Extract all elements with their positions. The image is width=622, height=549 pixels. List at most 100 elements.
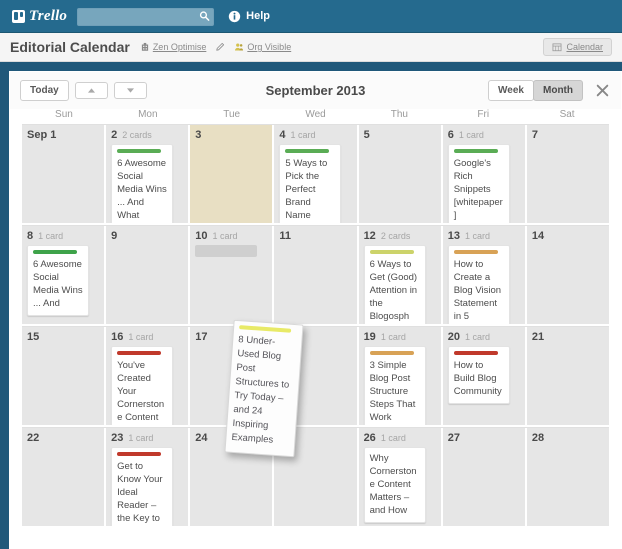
previous-period-button[interactable] <box>74 82 108 99</box>
day-card-count: 1 card <box>464 231 490 241</box>
week-view-button[interactable]: Week <box>488 80 534 101</box>
calendar-icon <box>553 43 562 52</box>
day-number: 22 <box>27 432 40 444</box>
calendar-view-button[interactable]: Calendar <box>543 38 612 56</box>
day-header: 19 1 card <box>364 331 436 343</box>
day-header: 5 <box>364 129 436 141</box>
weekday-label-sun: Sun <box>55 109 73 120</box>
calendar-card[interactable]: 5 Ways to Pick the Perfect Brand Name <box>279 144 342 223</box>
pencil-icon <box>216 42 225 51</box>
day-cell-20[interactable]: 20 1 card How to Build Blog Community <box>442 327 527 427</box>
calendar-card[interactable]: Why Cornerstone Content Matters – and Ho… <box>363 447 426 523</box>
calendar-week-row: 22 23 1 card Get to Know Your Ideal Reader … <box>22 427 609 528</box>
card-label <box>117 452 162 456</box>
calendar-card[interactable]: 6 Awesome Social Media Wins ... And What <box>111 144 174 223</box>
day-number: 6 <box>447 129 454 141</box>
day-card-count: 1 card <box>380 433 406 443</box>
day-cell-27[interactable]: 27 <box>442 428 527 528</box>
day-cell-7[interactable]: 7 <box>526 125 609 225</box>
card-label <box>33 250 77 254</box>
day-cell-sep-1[interactable]: Sep 1 <box>22 125 107 225</box>
weekday-label-wed: Wed <box>305 109 326 120</box>
card-title: How to Build Blog Community <box>453 360 502 397</box>
day-cell-13[interactable]: 13 1 card How to Create a Blog Vision Stat… <box>442 226 527 326</box>
day-cell-22[interactable]: 22 <box>22 428 107 528</box>
day-cell-8[interactable]: 8 1 card 6 Awesome Social Media Wins ... A… <box>22 226 107 326</box>
day-card-count: 1 card <box>212 231 238 241</box>
card-title: 6 Awesome Social Media Wins ... And What <box>117 158 167 221</box>
board-organization[interactable]: Zen Optimise <box>140 42 207 52</box>
day-cell-19[interactable]: 19 1 card 3 Simple Blog Post Structure Ste… <box>358 327 443 427</box>
day-cell-23[interactable]: 23 1 card Get to Know Your Ideal Reader – … <box>106 428 191 528</box>
calendar-card[interactable]: How to Create a Blog Vision Statement in… <box>447 245 510 324</box>
card-label <box>117 149 162 153</box>
month-view-button[interactable]: Month <box>533 80 583 101</box>
day-cell-4[interactable]: 4 1 card 5 Ways to Pick the Perfect Brand … <box>274 125 359 225</box>
day-card-count: 2 cards <box>380 231 411 241</box>
dragged-card[interactable]: 8 Under-Used Blog Post Structures to Try… <box>224 319 304 458</box>
search-box[interactable] <box>77 6 215 26</box>
calendar-week-row: Sep 1 2 2 cards 6 Awesome Social Media Wins… <box>22 124 609 225</box>
edit-board-button[interactable] <box>215 42 225 52</box>
calendar-card[interactable]: Google's Rich Snippets [whitepaper] <box>447 144 510 223</box>
day-card-count: 1 card <box>458 130 484 140</box>
day-cell-6[interactable]: 6 1 card Google's Rich Snippets [whitepape… <box>442 125 527 225</box>
day-number: 23 <box>111 432 124 444</box>
calendar-card[interactable]: 6 Ways to Get (Good) Attention in the Bl… <box>363 245 426 324</box>
day-cell-21[interactable]: 21 <box>526 327 609 427</box>
day-cell-16[interactable]: 16 1 card You've Created Your Cornerstone … <box>106 327 191 427</box>
day-number: 15 <box>27 331 40 343</box>
day-cell-28[interactable]: 28 <box>526 428 609 528</box>
close-calendar-button[interactable] <box>594 82 611 99</box>
day-header: Sep 1 <box>27 129 99 141</box>
day-cell-14[interactable]: 14 <box>526 226 609 326</box>
top-navigation-bar: Trello Help <box>0 0 622 33</box>
today-button[interactable]: Today <box>20 80 69 101</box>
trello-wordmark: Trello <box>29 7 68 24</box>
day-header: 9 <box>111 230 183 242</box>
day-header: 8 1 card <box>27 230 99 242</box>
day-cell-3[interactable]: 3 <box>190 125 275 225</box>
search-input[interactable] <box>77 7 215 26</box>
day-cell-5[interactable]: 5 <box>358 125 443 225</box>
day-number: 20 <box>447 331 460 343</box>
card-title: How to Create a Blog Vision Statement in… <box>453 259 502 322</box>
board-title[interactable]: Editorial Calendar <box>10 39 130 55</box>
chevron-down-icon <box>126 88 134 93</box>
calendar-view-label: Calendar <box>566 42 603 52</box>
day-number: 4 <box>279 129 286 141</box>
day-cell-10[interactable]: 10 1 card <box>190 226 275 326</box>
calendar-card[interactable]: Get to Know Your Ideal Reader – the Key … <box>111 447 174 526</box>
weekday-label-fri: Fri <box>477 109 490 120</box>
day-header: 11 <box>279 230 351 242</box>
close-icon <box>596 84 609 97</box>
day-cell-12[interactable]: 12 2 cards 6 Ways to Get (Good) Attention … <box>358 226 443 326</box>
calendar-card[interactable]: 6 Awesome Social Media Wins ... And <box>27 245 89 316</box>
calendar-card[interactable]: How to Build Blog Community <box>447 346 510 404</box>
day-header: 26 1 card <box>364 432 436 444</box>
day-cell-11[interactable]: 11 <box>274 226 359 326</box>
day-cell-26[interactable]: 26 1 card Why Cornerstone Content Matters … <box>358 428 443 528</box>
day-cell-9[interactable]: 9 <box>106 226 191 326</box>
help-button[interactable]: Help <box>228 10 270 23</box>
next-period-button[interactable] <box>113 82 147 99</box>
day-header: 21 <box>532 331 604 343</box>
calendar-card[interactable]: 3 Simple Blog Post Structure Steps That … <box>363 346 426 425</box>
organization-link[interactable]: Zen Optimise <box>153 42 207 52</box>
board-visibility[interactable]: Org Visible <box>234 42 291 52</box>
day-cell-2[interactable]: 2 2 cards 6 Awesome Social Media Wins ... … <box>106 125 191 225</box>
day-header: 28 <box>532 432 604 444</box>
members-icon <box>235 43 244 51</box>
day-number: 28 <box>531 432 545 444</box>
visibility-link[interactable]: Org Visible <box>247 42 291 52</box>
day-cell-15[interactable]: 15 <box>22 327 107 427</box>
day-header: 10 1 card <box>195 230 267 242</box>
help-label: Help <box>246 10 270 22</box>
card-title: 6 Ways to Get (Good) Attention in the Bl… <box>369 259 418 322</box>
trello-board-icon <box>12 9 25 23</box>
day-card-count: 1 card <box>290 130 316 140</box>
day-card-count: 1 card <box>128 433 154 443</box>
trello-logo[interactable]: Trello <box>8 8 67 25</box>
calendar-card[interactable]: You've Created Your Cornerstone Content <box>111 346 174 425</box>
card-title: Get to Know Your Ideal Reader – the Key … <box>117 461 163 524</box>
